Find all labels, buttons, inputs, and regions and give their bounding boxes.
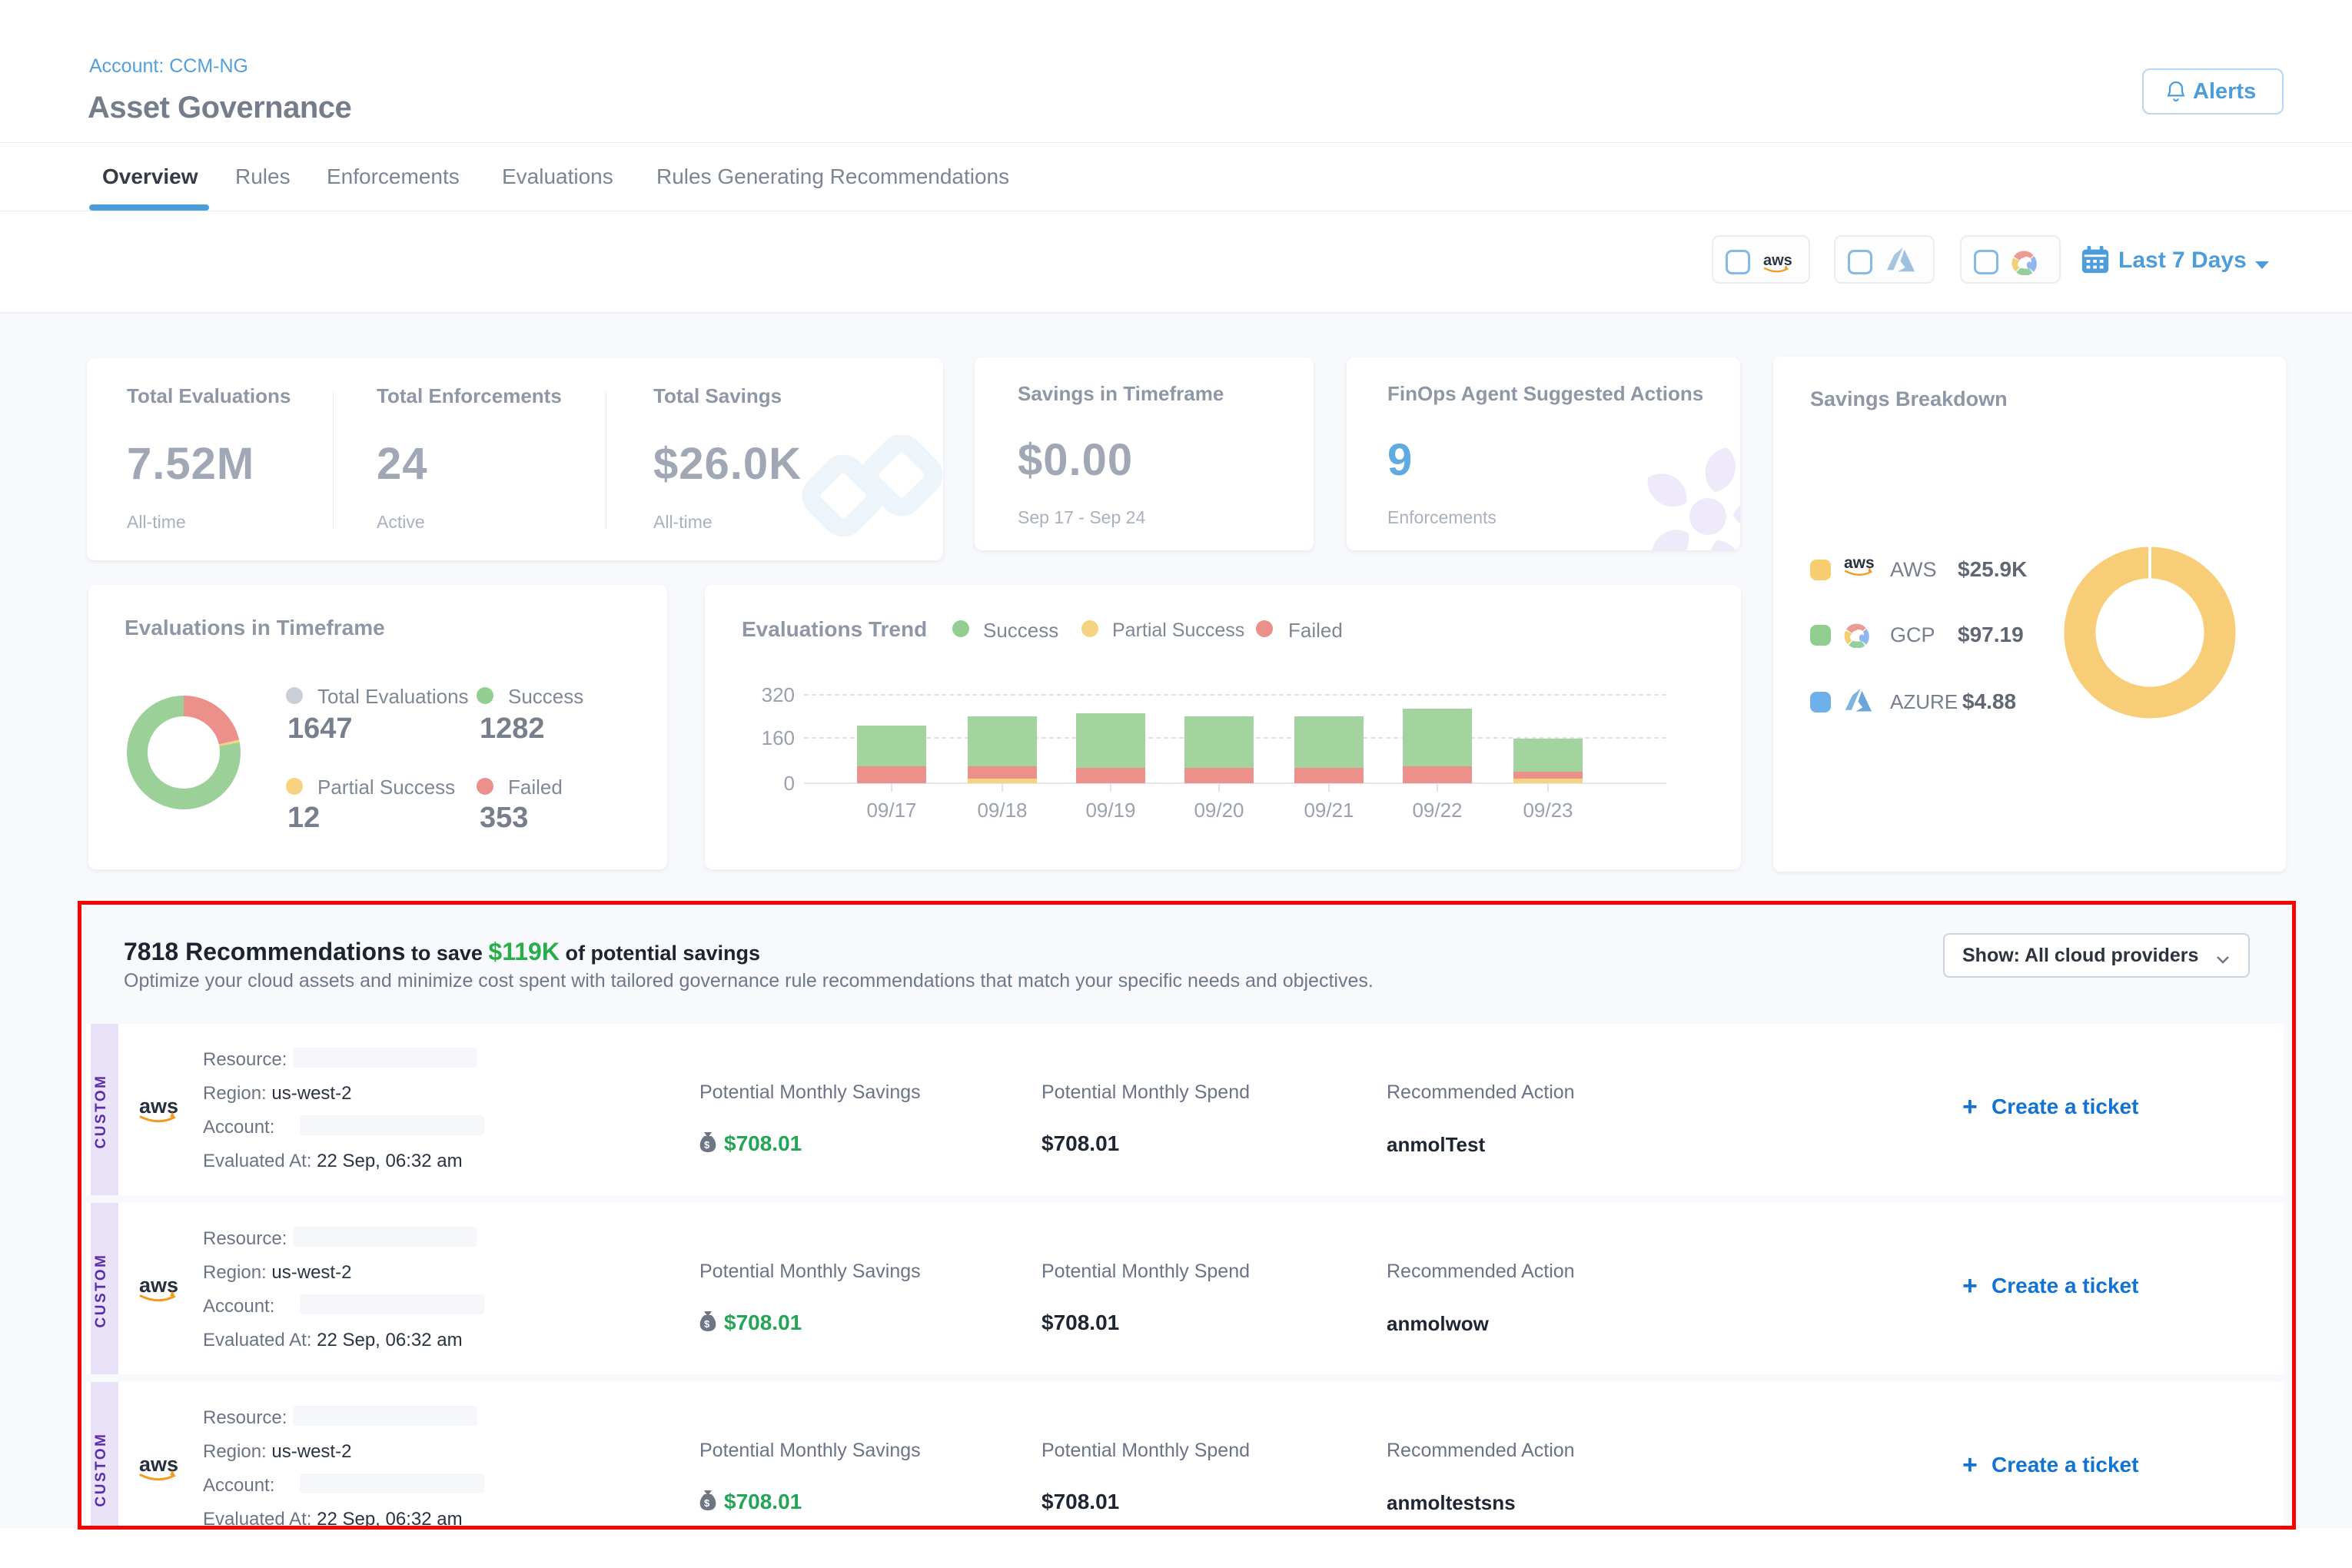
svg-text:aws: aws — [1763, 252, 1792, 269]
